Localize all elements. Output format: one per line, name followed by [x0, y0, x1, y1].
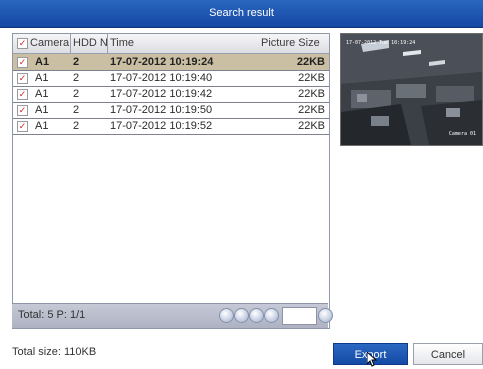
- cell-time: 17-07-2012 10:19:42: [110, 88, 213, 100]
- cell-time: 17-07-2012 10:19:40: [110, 72, 213, 84]
- column-header-camera[interactable]: Camera: [30, 37, 70, 49]
- next-page-icon[interactable]: [249, 308, 264, 323]
- row-checkbox[interactable]: ✓: [17, 105, 28, 116]
- cell-hdd: 2: [73, 104, 80, 116]
- cell-hdd: 2: [73, 56, 80, 68]
- table-row[interactable]: ✓ A1 2 17-07-2012 10:19:24 22KB: [13, 54, 329, 71]
- row-checkbox[interactable]: ✓: [17, 89, 28, 100]
- cell-camera: A1: [35, 88, 49, 100]
- column-header-time[interactable]: Time: [110, 37, 230, 49]
- list-header: ✓ Camera HDD N Time Picture Size: [13, 34, 329, 54]
- pagination-bar: Total: 5 P: 1/1: [12, 303, 333, 328]
- table-row[interactable]: ✓ A1 2 17-07-2012 10:19:50 22KB: [13, 102, 329, 119]
- cancel-button[interactable]: Cancel: [413, 343, 483, 365]
- cell-time: 17-07-2012 10:19:50: [110, 104, 213, 116]
- column-header-hdd[interactable]: HDD N: [73, 37, 107, 49]
- last-page-icon[interactable]: [264, 308, 279, 323]
- first-page-icon[interactable]: [219, 308, 234, 323]
- cell-hdd: 2: [73, 72, 80, 84]
- cell-camera: A1: [35, 56, 50, 68]
- cell-hdd: 2: [73, 120, 80, 132]
- mouse-cursor-icon: [367, 352, 377, 367]
- office-scene-image: [341, 34, 482, 145]
- search-result-list: ✓ Camera HDD N Time Picture Size ✓ A1 2 17-…: [12, 33, 330, 329]
- cell-picture-size: 22KB: [298, 104, 325, 116]
- title-bar: Search result: [0, 0, 483, 28]
- cell-time: 17-07-2012 10:19:52: [110, 120, 213, 132]
- window-title: Search result: [209, 7, 274, 19]
- row-checkbox[interactable]: ✓: [17, 121, 28, 132]
- column-divider[interactable]: [70, 34, 71, 53]
- total-count-label: Total: 5 P: 1/1: [18, 309, 86, 321]
- table-row[interactable]: ✓ A1 2 17-07-2012 10:19:52 22KB: [13, 118, 329, 135]
- cell-camera: A1: [35, 72, 49, 84]
- cell-picture-size: 22KB: [298, 72, 325, 84]
- prev-page-icon[interactable]: [234, 308, 249, 323]
- preview-camera-label: Camera 01: [448, 131, 476, 137]
- row-checkbox[interactable]: ✓: [17, 57, 28, 68]
- select-all-checkbox[interactable]: ✓: [17, 38, 28, 49]
- total-size-label: Total size: 110KB: [12, 346, 97, 358]
- preview-timestamp: 17-07-2012 Tue 10:19:24: [346, 40, 416, 46]
- page-number-input[interactable]: [282, 307, 317, 325]
- column-divider[interactable]: [107, 34, 108, 53]
- cell-picture-size: 22KB: [298, 88, 325, 100]
- table-row[interactable]: ✓ A1 2 17-07-2012 10:19:42 22KB: [13, 86, 329, 103]
- cell-time: 17-07-2012 10:19:24: [110, 56, 214, 68]
- row-checkbox[interactable]: ✓: [17, 73, 28, 84]
- cell-picture-size: 22KB: [296, 56, 325, 68]
- cell-camera: A1: [35, 104, 49, 116]
- cell-picture-size: 22KB: [298, 120, 325, 132]
- snapshot-preview: 17-07-2012 Tue 10:19:24 Camera 01: [340, 33, 483, 146]
- cell-camera: A1: [35, 120, 49, 132]
- column-header-picture-size[interactable]: Picture Size: [261, 37, 327, 49]
- cell-hdd: 2: [73, 88, 80, 100]
- table-row[interactable]: ✓ A1 2 17-07-2012 10:19:40 22KB: [13, 70, 329, 87]
- go-page-icon[interactable]: [318, 308, 333, 323]
